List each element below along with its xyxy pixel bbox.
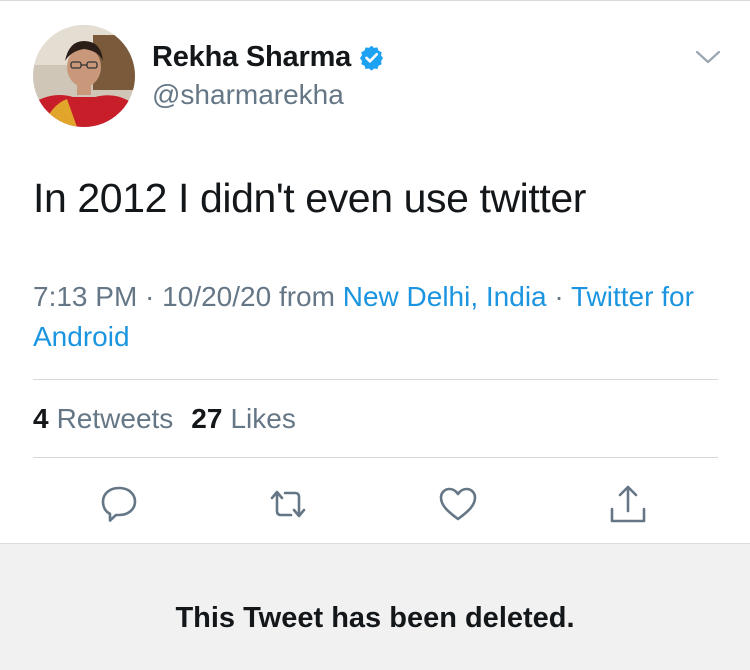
from-label: from [271,281,343,312]
retweet-icon[interactable] [266,482,310,526]
retweets-label: Retweets [56,403,174,434]
tweet-stats: 4 Retweets 27 Likes [33,403,314,435]
tweet-card: Rekha Sharma @sharmarekha In 2012 I didn… [0,0,750,543]
likes-label: Likes [230,403,296,434]
tweet-actions [0,482,750,526]
verified-badge-icon [358,44,385,71]
share-icon[interactable] [606,482,650,526]
author-name-row[interactable]: Rekha Sharma [152,41,385,74]
deleted-notice-text: This Tweet has been deleted. [175,602,575,634]
tweet-text: In 2012 I didn't even use twitter [33,175,587,221]
tweet-date: 10/20/20 [162,281,272,312]
divider [33,379,718,380]
likes-count: 27 [191,403,223,434]
author-display-name[interactable]: Rekha Sharma [152,41,351,74]
deleted-notice: This Tweet has been deleted. [0,543,750,670]
tweet-metadata: 7:13 PM · 10/20/20 from New Delhi, India… [33,277,723,357]
retweets-count: 4 [33,403,49,434]
reply-icon[interactable] [97,482,141,526]
like-icon[interactable] [436,482,480,526]
divider [33,457,718,458]
avatar[interactable] [33,25,135,127]
retweets-stat[interactable]: 4 Retweets [33,403,173,435]
author-handle[interactable]: @sharmarekha [152,79,344,111]
meta-separator: · [137,281,163,312]
chevron-down-icon[interactable] [694,47,722,67]
location-link[interactable]: New Delhi, India [343,281,547,312]
meta-separator: · [546,281,571,312]
tweet-time: 7:13 PM [33,281,138,312]
likes-stat[interactable]: 27 Likes [191,403,296,435]
